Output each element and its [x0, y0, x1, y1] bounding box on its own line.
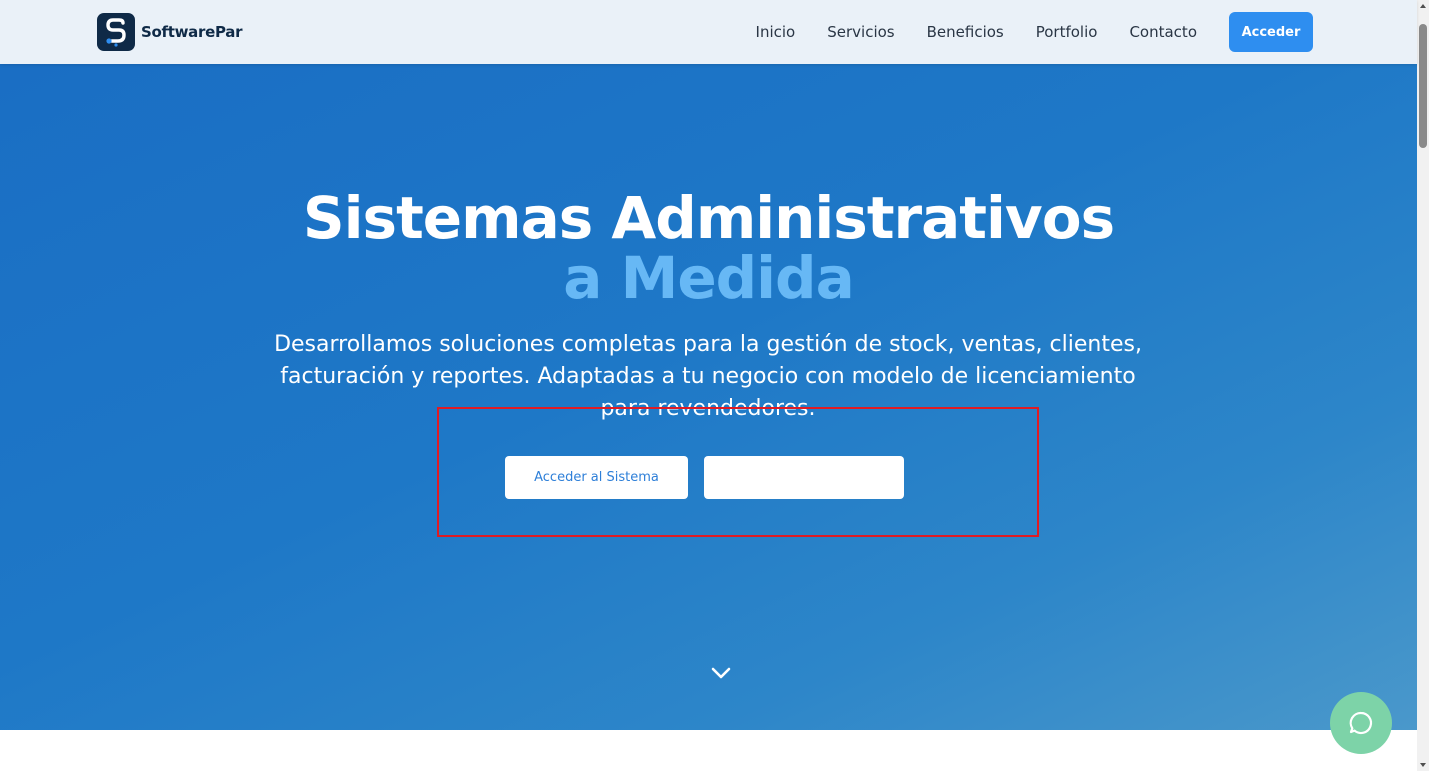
vertical-scrollbar[interactable] [1417, 0, 1429, 771]
nav-link-portfolio[interactable]: Portfolio [1036, 23, 1098, 41]
brand-name: SoftwarePar [141, 23, 243, 41]
hero-title: Sistemas Administrativos [302, 184, 1115, 252]
secondary-hero-button[interactable] [704, 456, 904, 499]
chat-bubble-icon [1349, 711, 1373, 735]
scrollbar-thumb[interactable] [1419, 24, 1427, 148]
brand[interactable]: SoftwarePar [97, 13, 242, 51]
top-navbar: SoftwarePar Inicio Servicios Beneficios … [0, 0, 1417, 64]
hero-title-accent: a Medida [563, 244, 854, 312]
hero-subtitle: Desarrollamos soluciones completas para … [274, 332, 1142, 421]
scroll-up-arrow-icon[interactable] [1420, 4, 1426, 8]
chevron-down-icon[interactable] [709, 661, 733, 685]
acceder-button[interactable]: Acceder [1229, 12, 1313, 52]
nav-link-inicio[interactable]: Inicio [756, 23, 796, 41]
s-logo-icon [97, 13, 135, 51]
nav-link-beneficios[interactable]: Beneficios [927, 23, 1004, 41]
scroll-down-arrow-icon[interactable] [1420, 763, 1426, 767]
hero-section: Sistemas Administrativos a Medida Desarr… [0, 64, 1417, 730]
acceder-al-sistema-button[interactable]: Acceder al Sistema [505, 456, 688, 499]
nav-link-servicios[interactable]: Servicios [827, 23, 894, 41]
nav-link-contacto[interactable]: Contacto [1129, 23, 1197, 41]
chat-button[interactable] [1330, 692, 1392, 754]
main-nav: Inicio Servicios Beneficios Portfolio Co… [724, 0, 1313, 64]
